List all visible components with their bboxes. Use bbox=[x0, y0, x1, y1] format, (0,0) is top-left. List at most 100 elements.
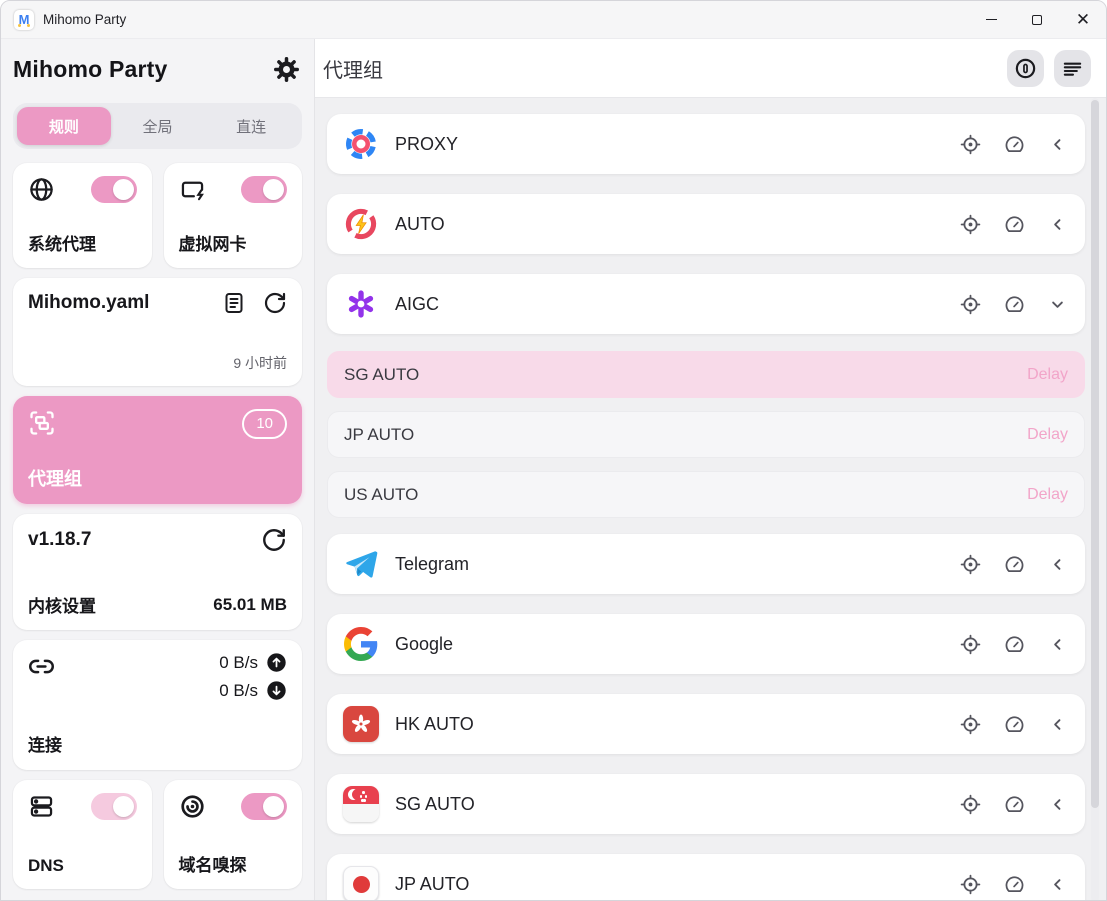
page-title: 代理组 bbox=[323, 54, 383, 83]
chevron-down-icon[interactable] bbox=[1048, 295, 1067, 314]
locate-icon[interactable] bbox=[960, 874, 981, 895]
chevron-left-icon[interactable] bbox=[1048, 795, 1067, 814]
delay-sort-button[interactable] bbox=[1007, 50, 1044, 87]
maximize-icon bbox=[1032, 15, 1042, 25]
group-row-sg-auto[interactable]: SG AUTO bbox=[327, 774, 1085, 834]
dns-toggle[interactable] bbox=[91, 793, 137, 820]
titlebar[interactable]: M Mihomo Party ✕ bbox=[1, 1, 1106, 39]
locate-icon[interactable] bbox=[960, 554, 981, 575]
core-version: v1.18.7 bbox=[28, 529, 91, 551]
chevron-left-icon[interactable] bbox=[1048, 555, 1067, 574]
close-button[interactable]: ✕ bbox=[1060, 1, 1106, 39]
proxy-name: SG AUTO bbox=[344, 365, 419, 385]
hongkong-flag-icon bbox=[343, 706, 379, 742]
server-icon bbox=[28, 793, 55, 820]
gauge-icon[interactable] bbox=[1004, 794, 1025, 815]
group-name: AIGC bbox=[395, 294, 439, 315]
minimize-icon bbox=[986, 19, 997, 20]
file-text-icon[interactable] bbox=[222, 291, 246, 315]
group-row-google[interactable]: Google bbox=[327, 614, 1085, 674]
system-proxy-label: 系统代理 bbox=[28, 230, 137, 255]
tab-rule[interactable]: 规则 bbox=[17, 107, 111, 145]
layout-toggle-button[interactable] bbox=[1054, 50, 1091, 87]
scrollbar-thumb[interactable] bbox=[1091, 100, 1099, 808]
settings-button[interactable] bbox=[273, 56, 300, 83]
system-proxy-card[interactable]: 系统代理 bbox=[13, 163, 152, 268]
connections-card[interactable]: 0 B/s 0 B/s 连接 bbox=[13, 640, 302, 770]
maximize-button[interactable] bbox=[1014, 1, 1060, 39]
singapore-flag-icon bbox=[343, 786, 379, 822]
gear-icon bbox=[273, 56, 300, 83]
close-icon: ✕ bbox=[1076, 11, 1090, 28]
outbound-mode-tabs: 规则 全局 直连 bbox=[13, 103, 302, 149]
group-name: AUTO bbox=[395, 214, 445, 235]
scrollbar[interactable] bbox=[1091, 98, 1099, 901]
tab-direct[interactable]: 直连 bbox=[204, 107, 298, 145]
telegram-icon bbox=[343, 546, 379, 582]
group-name: JP AUTO bbox=[395, 874, 469, 895]
proxy-name: JP AUTO bbox=[344, 425, 414, 445]
proxy-item-jp-auto[interactable]: JP AUTO Delay bbox=[327, 411, 1085, 458]
gauge-icon[interactable] bbox=[1004, 874, 1025, 895]
proxy-name: US AUTO bbox=[344, 485, 418, 505]
chevron-left-icon[interactable] bbox=[1048, 875, 1067, 894]
proxy-item-sg-auto[interactable]: SG AUTO Delay bbox=[327, 351, 1085, 398]
profile-updated: 9 小时前 bbox=[28, 353, 287, 373]
proxy-groups-count-badge: 10 bbox=[242, 409, 287, 439]
delay-label[interactable]: Delay bbox=[1027, 366, 1068, 384]
chevron-left-icon[interactable] bbox=[1048, 715, 1067, 734]
profile-card[interactable]: Mihomo.yaml 9 小时前 bbox=[13, 278, 302, 386]
profile-name: Mihomo.yaml bbox=[28, 292, 222, 314]
google-g-icon bbox=[343, 626, 379, 662]
group-row-auto[interactable]: AUTO bbox=[327, 194, 1085, 254]
sidebar-item-proxy-groups[interactable]: 10 代理组 bbox=[13, 396, 302, 504]
tun-toggle[interactable] bbox=[241, 176, 287, 203]
tun-label: 虚拟网卡 bbox=[179, 230, 288, 255]
proxy-item-us-auto[interactable]: US AUTO Delay bbox=[327, 471, 1085, 518]
locate-icon[interactable] bbox=[960, 134, 981, 155]
chevron-left-icon[interactable] bbox=[1048, 215, 1067, 234]
app-window: M Mihomo Party ✕ Mihomo Party bbox=[0, 0, 1107, 901]
group-name: Google bbox=[395, 634, 453, 655]
locate-icon[interactable] bbox=[960, 634, 981, 655]
gauge-icon[interactable] bbox=[1004, 554, 1025, 575]
group-row-hk-auto[interactable]: HK AUTO bbox=[327, 694, 1085, 754]
core-memory: 65.01 MB bbox=[213, 595, 287, 615]
gauge-icon[interactable] bbox=[1004, 214, 1025, 235]
group-row-jp-auto[interactable]: JP AUTO bbox=[327, 854, 1085, 901]
link-icon bbox=[28, 653, 55, 680]
locate-icon[interactable] bbox=[960, 714, 981, 735]
chevron-left-icon[interactable] bbox=[1048, 135, 1067, 154]
locate-icon[interactable] bbox=[960, 794, 981, 815]
sniff-card[interactable]: 域名嗅探 bbox=[164, 780, 303, 889]
locate-icon[interactable] bbox=[960, 294, 981, 315]
group-row-proxy[interactable]: PROXY bbox=[327, 114, 1085, 174]
mihomo-logo-icon: M bbox=[14, 10, 34, 30]
gauge-icon[interactable] bbox=[1004, 134, 1025, 155]
network-card-bolt-icon bbox=[179, 176, 206, 203]
dns-card[interactable]: DNS bbox=[13, 780, 152, 889]
delay-label[interactable]: Delay bbox=[1027, 486, 1068, 504]
gauge-icon[interactable] bbox=[1004, 714, 1025, 735]
tab-global[interactable]: 全局 bbox=[111, 107, 205, 145]
minimize-button[interactable] bbox=[968, 1, 1014, 39]
gauge-icon[interactable] bbox=[1004, 294, 1025, 315]
main-panel: 代理组 bbox=[315, 39, 1106, 901]
locate-icon[interactable] bbox=[960, 214, 981, 235]
system-proxy-toggle[interactable] bbox=[91, 176, 137, 203]
tun-card[interactable]: 虚拟网卡 bbox=[164, 163, 303, 268]
refresh-icon[interactable] bbox=[261, 527, 287, 553]
gauge-icon[interactable] bbox=[1004, 634, 1025, 655]
group-row-aigc[interactable]: AIGC bbox=[327, 274, 1085, 334]
chevron-left-icon[interactable] bbox=[1048, 635, 1067, 654]
circle-arrow-down-icon bbox=[266, 680, 287, 701]
connections-label: 连接 bbox=[28, 731, 62, 756]
delay-label[interactable]: Delay bbox=[1027, 426, 1068, 444]
circle-arrow-up-icon bbox=[266, 652, 287, 673]
sniff-toggle[interactable] bbox=[241, 793, 287, 820]
core-card[interactable]: v1.18.7 内核设置 65.01 MB bbox=[13, 514, 302, 630]
group-row-telegram[interactable]: Telegram bbox=[327, 534, 1085, 594]
proxy-shutter-icon bbox=[343, 126, 379, 162]
proxy-group-list: PROXY AUTO bbox=[315, 98, 1106, 901]
refresh-icon[interactable] bbox=[263, 291, 287, 315]
